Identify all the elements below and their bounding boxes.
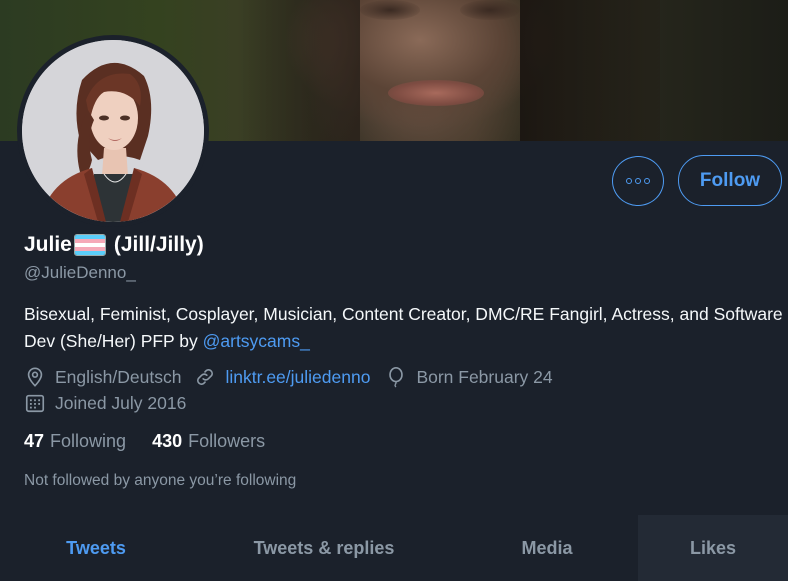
profile-joined-row: Joined July 2016	[24, 392, 186, 414]
followers-stat[interactable]: 430 Followers	[152, 431, 265, 452]
more-options-button[interactable]	[612, 156, 664, 206]
tab-tweets-and-replies[interactable]: Tweets & replies	[192, 515, 456, 581]
profile-website: linktr.ee/juliedenno	[194, 366, 370, 388]
followers-label: Followers	[188, 431, 266, 451]
follow-button[interactable]: Follow	[678, 155, 782, 206]
balloon-icon	[389, 367, 404, 388]
website-link[interactable]: linktr.ee/juliedenno	[225, 367, 370, 388]
profile-bio: Bisexual, Feminist, Cosplayer, Musician,…	[24, 301, 784, 355]
transgender-flag-emoji	[73, 234, 106, 256]
profile-stats: 47 Following 430 Followers	[24, 431, 265, 452]
more-options-icon-dot	[644, 178, 650, 184]
profile-location: English/Deutsch	[24, 366, 181, 388]
link-icon	[197, 369, 214, 385]
followed-by-note: Not followed by anyone you’re following	[24, 472, 297, 489]
avatar-illustration	[22, 40, 204, 222]
bio-mention-link[interactable]: @artsycams_	[203, 331, 310, 351]
tab-tweets[interactable]: Tweets	[0, 515, 192, 581]
joined-text: Joined July 2016	[55, 392, 187, 413]
display-name-pronouns: (Jill/Jilly)	[113, 233, 204, 256]
calendar-icon	[25, 394, 45, 413]
display-name-text: Julie	[24, 233, 72, 256]
profile-birthday: Born February 24	[385, 366, 553, 388]
banner-eye-left	[360, 0, 420, 20]
profile-meta-row: English/Deutsch linktr.ee/juliedenno Bor…	[24, 366, 553, 388]
bio-text: Bisexual, Feminist, Cosplayer, Musician,…	[24, 304, 783, 351]
following-stat[interactable]: 47 Following	[24, 431, 126, 452]
profile-joined: Joined July 2016	[24, 392, 186, 414]
following-count: 47	[24, 431, 45, 451]
tab-media[interactable]: Media	[456, 515, 638, 581]
display-name: Julie (Jill/Jilly)	[24, 230, 204, 260]
following-label: Following	[50, 431, 127, 451]
profile-tabs: Tweets Tweets & replies Media Likes	[0, 515, 788, 581]
location-text: English/Deutsch	[55, 366, 182, 387]
location-pin-icon	[27, 367, 43, 387]
banner-shade-right	[520, 0, 660, 141]
banner-lips	[388, 80, 484, 106]
more-options-icon	[626, 178, 632, 184]
tab-likes[interactable]: Likes	[638, 515, 788, 581]
profile-avatar[interactable]	[17, 35, 209, 227]
profile-handle: @JulieDenno_	[24, 263, 136, 282]
birthday-text: Born February 24	[416, 366, 553, 387]
banner-eye-right	[460, 0, 520, 20]
followers-count: 430	[152, 431, 183, 451]
more-options-icon-dot	[635, 178, 641, 184]
banner-shade-left	[240, 0, 360, 141]
